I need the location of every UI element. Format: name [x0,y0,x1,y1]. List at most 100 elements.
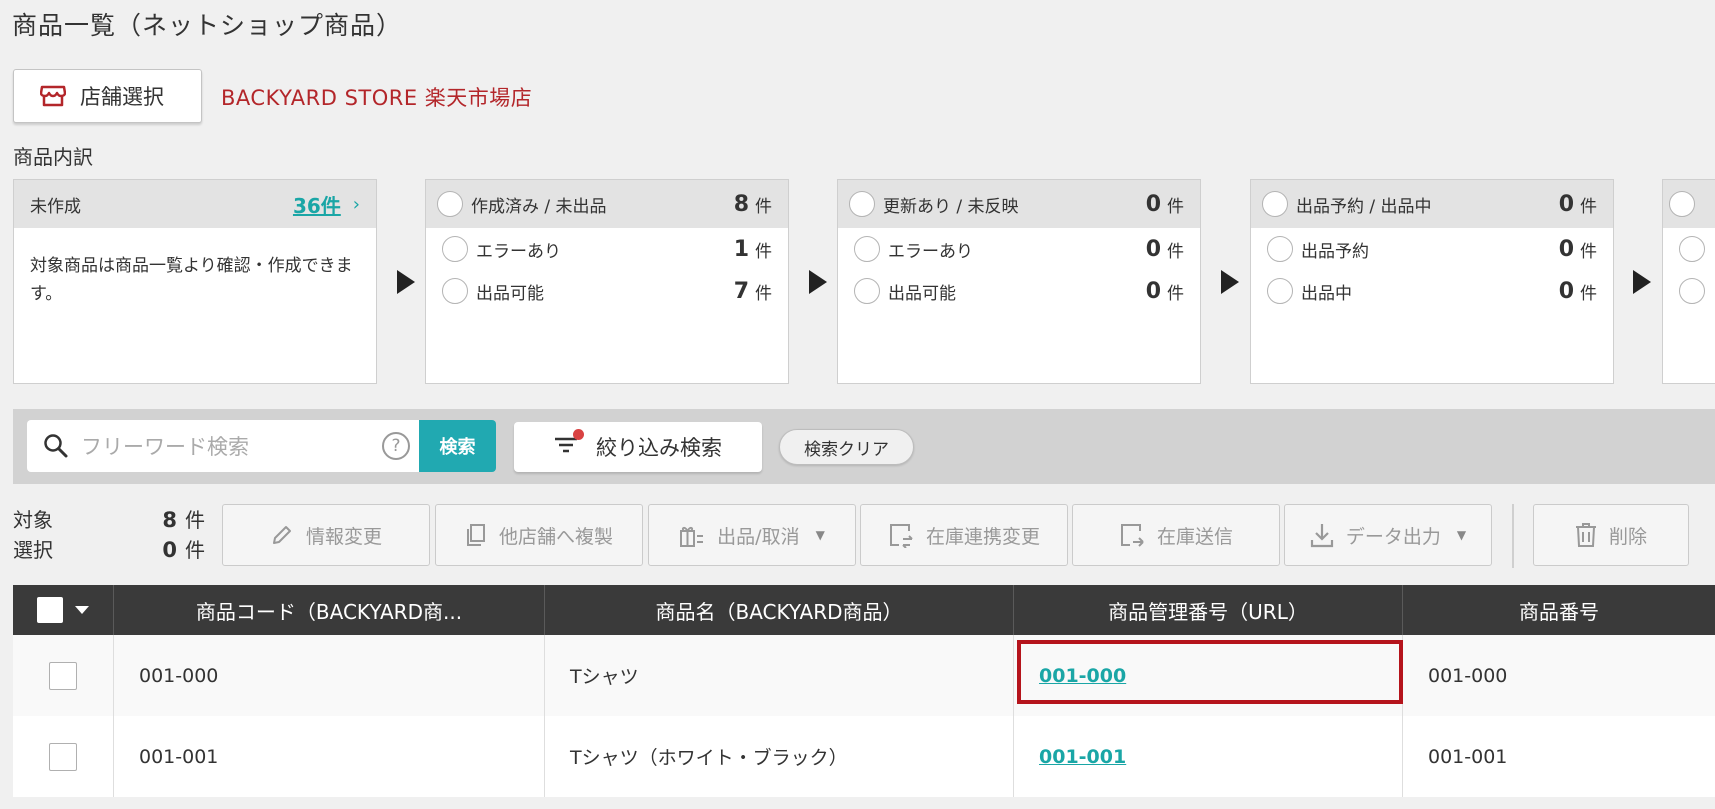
arrow-right-icon [397,270,415,294]
row-checkbox[interactable] [49,742,77,771]
download-icon [1310,524,1333,548]
radio-button[interactable] [1267,278,1293,304]
stock-link-change-label: 在庫連携変更 [925,525,1040,548]
arrow-right-icon [1633,270,1651,294]
manage-number-link[interactable]: 001-001 [1039,746,1126,768]
row-unit: 件 [755,283,772,304]
data-export-label: データ出力 [1345,525,1441,548]
select-all-header[interactable] [13,585,114,635]
radio-button[interactable] [1679,236,1705,262]
column-header[interactable]: 商品管理番号（URL） [1014,585,1403,635]
table-row: 001-000 Tシャツ 001-000 001-000 [13,635,1715,716]
table-header: 商品コード（BACKYARD商... 商品名（BACKYARD商品） 商品管理番… [13,585,1715,635]
store-select-label: 店舗選択 [80,85,164,109]
store-icon [40,85,66,107]
radio-button[interactable] [854,278,880,304]
caret-down-icon[interactable] [75,606,89,614]
card-title: 作成済み / 未出品 [471,196,607,217]
breakdown-label: 商品内訳 [13,145,93,169]
row-label: 出品可能 [888,283,956,304]
column-header[interactable]: 商品コード（BACKYARD商... [114,585,545,635]
row-label: 出品可能 [476,283,544,304]
search-clear-button[interactable]: 検索クリア [779,429,914,465]
row-label: エラーあり [888,241,973,262]
filter-active-dot [573,429,584,440]
select-all-checkbox[interactable] [37,597,63,623]
pencil-icon [272,526,291,544]
radio-button[interactable] [437,191,463,217]
chevron-right-icon[interactable]: › [353,194,360,215]
row-unit: 件 [755,241,772,262]
radio-button[interactable] [854,236,880,262]
row-unit: 件 [1167,283,1184,304]
radio-button[interactable] [1262,191,1288,217]
column-header[interactable]: 商品名（BACKYARD商品） [545,585,1014,635]
table-row: 001-001 Tシャツ（ホワイト・ブラック） 001-001 001-001 [13,716,1715,797]
card-partial [1662,179,1715,384]
stats-panel: 対象 8 件 選択 0 件 [13,505,205,565]
delete-button[interactable]: 削除 [1533,504,1689,566]
radio-button[interactable] [442,278,468,304]
stock-send-label: 在庫送信 [1156,525,1233,548]
cell-name: Tシャツ [545,635,1014,716]
radio-button[interactable] [442,236,468,262]
card-unit: 件 [1167,196,1184,217]
cell-name: Tシャツ（ホワイト・ブラック） [545,716,1014,797]
target-unit: 件 [185,508,205,532]
row-unit: 件 [1167,241,1184,262]
arrow-right-icon [1221,270,1239,294]
copy-icon [466,524,485,546]
selected-unit: 件 [185,538,205,562]
delete-label: 削除 [1608,525,1647,548]
store-select-button[interactable]: 店舗選択 [13,69,202,123]
card-title: 未作成 [30,196,81,217]
card-uncreated: 未作成 36件 › 対象商品は商品一覧より確認・作成できます。 [13,179,377,384]
radio-button[interactable] [849,191,875,217]
edit-info-label: 情報変更 [305,525,382,548]
radio-button[interactable] [1267,236,1293,262]
search-button[interactable]: 検索 [419,420,496,472]
cell-code: 001-000 [114,635,545,716]
filter-search-button[interactable]: 絞り込み検索 [514,422,762,472]
cell-item-number: 001-001 [1428,745,1508,768]
search-input[interactable]: フリーワード検索 ? [27,420,420,472]
highlight-box [1017,640,1403,704]
send-icon [1120,524,1144,547]
arrow-right-icon [809,270,827,294]
row-unit: 件 [1580,283,1597,304]
row-count: 0 [1558,278,1574,304]
chevron-down-icon: ▼ [815,528,825,542]
list-cancel-button[interactable]: 出品/取消 ▼ [648,504,856,566]
row-checkbox[interactable] [49,661,77,690]
card-reserved-listed: 出品予約 / 出品中 0 件 出品予約 0 件 出品中 0 件 [1250,179,1614,384]
copy-to-store-button[interactable]: 他店舗へ複製 [435,504,643,566]
row-label: 出品中 [1301,283,1352,304]
radio-button[interactable] [1669,191,1695,217]
help-icon[interactable]: ? [382,432,410,460]
store-name: BACKYARD STORE 楽天市場店 [221,86,533,110]
card-updated-unreflected: 更新あり / 未反映 0 件 エラーあり 0 件 出品可能 0 件 [837,179,1201,384]
search-placeholder: フリーワード検索 [81,435,249,459]
radio-button[interactable] [1679,278,1705,304]
filter-search-label: 絞り込み検索 [596,436,722,460]
column-header[interactable]: 商品番号 [1403,585,1715,635]
data-export-button[interactable]: データ出力 ▼ [1284,504,1492,566]
search-bar: フリーワード検索 ? 検索 絞り込み検索 検索クリア [13,409,1715,484]
row-count: 1 [733,236,749,262]
filter-icon [554,429,584,459]
row-unit: 件 [1580,241,1597,262]
cell-item-number: 001-000 [1428,664,1508,687]
target-label: 対象 [13,508,53,532]
card-count: 0 [1145,191,1161,217]
trash-icon [1575,523,1596,547]
edit-info-button[interactable]: 情報変更 [222,504,430,566]
page-title: 商品一覧（ネットショップ商品） [12,11,403,40]
sync-icon [889,524,913,548]
stock-send-button[interactable]: 在庫送信 [1072,504,1280,566]
uncreated-count-link[interactable]: 36件 [293,190,341,219]
row-count: 0 [1145,278,1161,304]
stock-link-change-button[interactable]: 在庫連携変更 [860,504,1068,566]
card-description: 対象商品は商品一覧より確認・作成できます。 [30,256,353,304]
selected-label: 選択 [13,538,53,562]
list-cancel-label: 出品/取消 [717,525,800,548]
